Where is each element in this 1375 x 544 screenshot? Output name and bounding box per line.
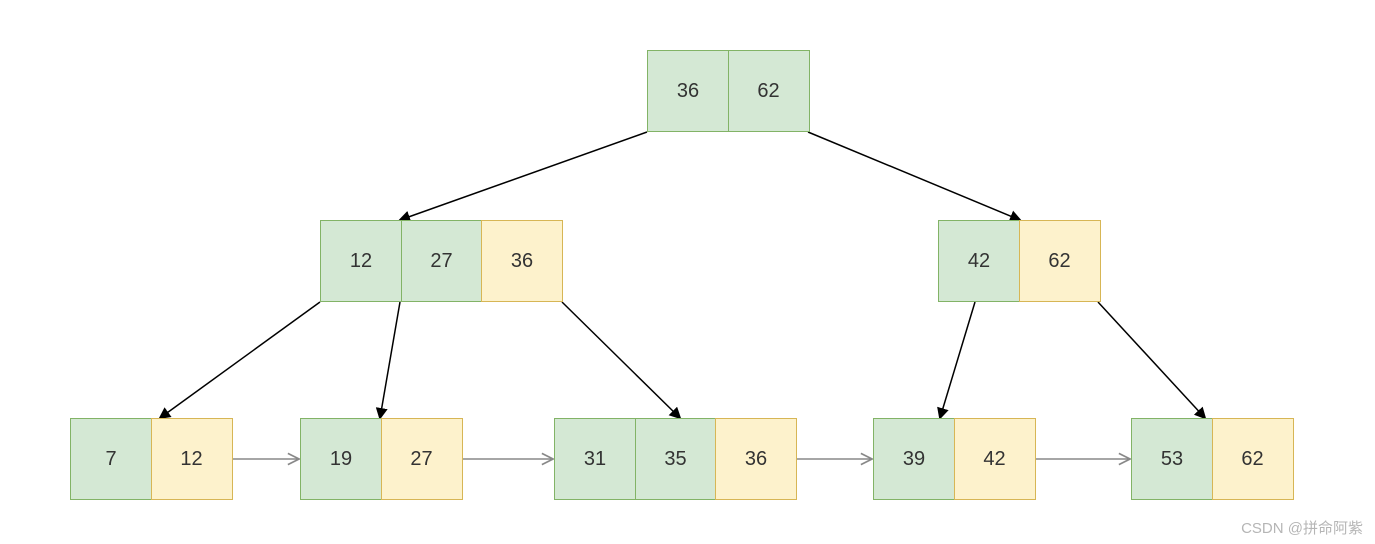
tree-node-leaf0: 712	[70, 418, 233, 500]
tree-node-root: 3662	[647, 50, 810, 132]
tree-edge	[160, 302, 320, 418]
tree-edge	[940, 302, 975, 418]
cell: 42	[954, 418, 1036, 500]
cell: 27	[381, 418, 463, 500]
tree-node-leaf2: 313536	[554, 418, 797, 500]
cell: 12	[320, 220, 402, 302]
cell: 36	[647, 50, 729, 132]
tree-edge	[380, 302, 400, 418]
cell: 39	[873, 418, 955, 500]
tree-edge	[1098, 302, 1205, 418]
cell: 62	[1212, 418, 1294, 500]
tree-node-int0: 122736	[320, 220, 563, 302]
watermark-text: CSDN @拼命阿紫	[1241, 517, 1363, 538]
cell: 36	[715, 418, 797, 500]
cell: 53	[1131, 418, 1213, 500]
tree-node-int1: 4262	[938, 220, 1101, 302]
cell: 42	[938, 220, 1020, 302]
tree-edge	[400, 132, 647, 220]
cell: 36	[481, 220, 563, 302]
cell: 62	[728, 50, 810, 132]
cell: 12	[151, 418, 233, 500]
cell: 62	[1019, 220, 1101, 302]
cell: 19	[300, 418, 382, 500]
tree-edge	[562, 302, 680, 418]
tree-edge	[808, 132, 1020, 220]
tree-node-leaf3: 3942	[873, 418, 1036, 500]
cell: 27	[401, 220, 483, 302]
tree-node-leaf1: 1927	[300, 418, 463, 500]
cell: 7	[70, 418, 152, 500]
cell: 31	[554, 418, 636, 500]
cell: 35	[635, 418, 717, 500]
tree-node-leaf4: 5362	[1131, 418, 1294, 500]
